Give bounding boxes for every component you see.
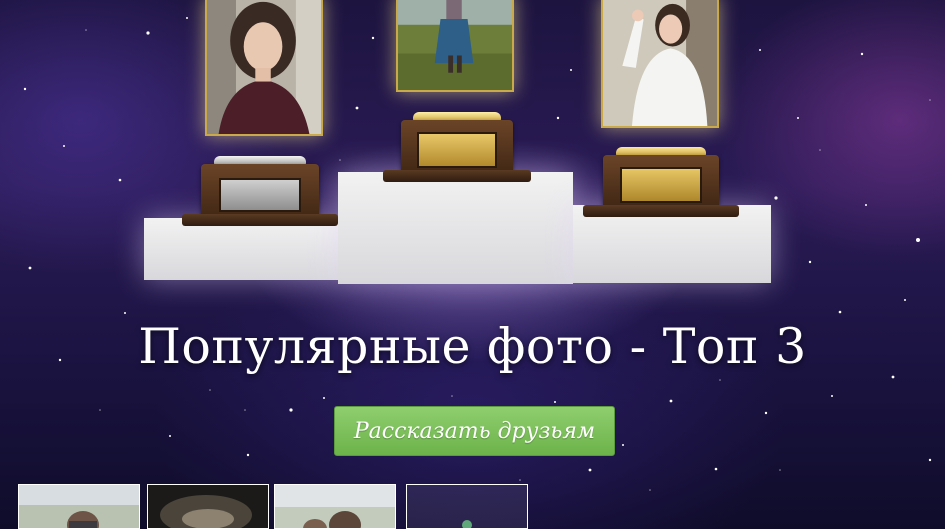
thumbnail-photo-3[interactable] (274, 484, 396, 529)
thumbnail-photo-4[interactable] (406, 484, 528, 529)
dark-room-photo (148, 485, 268, 528)
placeholder-person-icon (462, 520, 472, 528)
man-outdoor-photo (19, 485, 139, 528)
top-photo-first[interactable] (396, 0, 514, 92)
top3-scene: Популярные фото - Топ 3 Рассказать друзь… (0, 0, 945, 529)
share-with-friends-button[interactable]: Рассказать друзьям (334, 406, 615, 456)
top-photo-second[interactable] (205, 0, 323, 136)
page-title: Популярные фото - Топ 3 (138, 318, 807, 375)
lab-coat-woman-photo (603, 0, 717, 126)
portrait-woman-photo (207, 0, 321, 134)
trophy-first (383, 108, 531, 188)
field-person-photo (398, 0, 512, 90)
podium-first (338, 172, 573, 284)
trophy-third (583, 143, 739, 223)
thumbnail-photo-1[interactable] (18, 484, 140, 529)
couple-outdoor-photo (275, 485, 395, 528)
trophy-second (182, 150, 338, 232)
thumbnail-photo-2[interactable] (147, 484, 269, 529)
top-photo-third[interactable] (601, 0, 719, 128)
